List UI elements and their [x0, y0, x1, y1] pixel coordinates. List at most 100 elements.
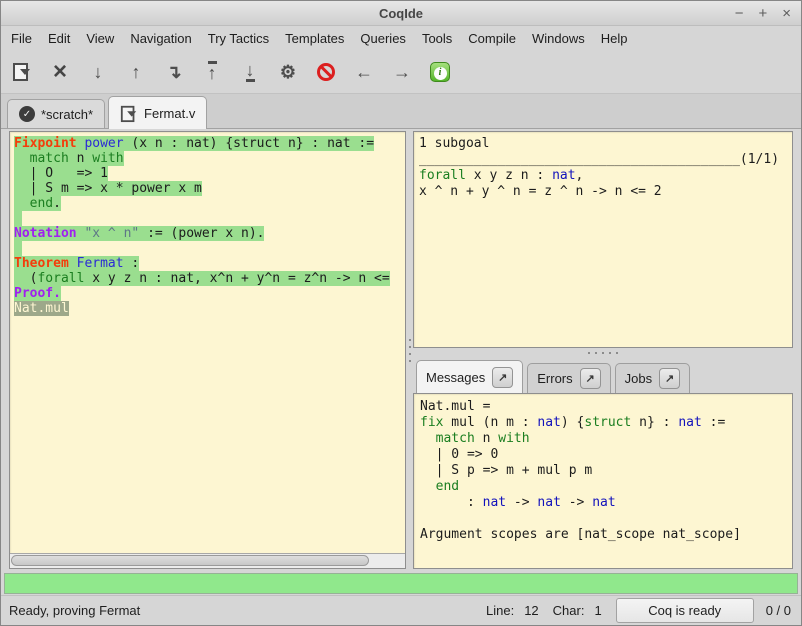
minimize-button[interactable]: − — [735, 6, 744, 21]
script-editor[interactable]: Fixpoint power (x n : nat) {struct n} : … — [10, 132, 405, 553]
code-line: Nat.mul — [14, 301, 405, 316]
close-button[interactable]: × — [782, 6, 791, 21]
goals-panel[interactable]: 1 subgoal_______________________________… — [413, 131, 793, 348]
document-tab-bar: ✓ *scratch* Fermat.v — [1, 94, 801, 129]
tab-scratch[interactable]: ✓ *scratch* — [7, 99, 105, 128]
code-line: | S p => m + mul p m — [420, 463, 786, 479]
messages-panel[interactable]: Nat.mul =fix mul (n m : nat) {struct n} … — [413, 393, 793, 569]
splitter-grip-dot — [616, 352, 618, 354]
tab-messages[interactable]: Messages ↗ — [416, 360, 523, 394]
menu-help[interactable]: Help — [593, 28, 636, 49]
detach-icon[interactable]: ↗ — [659, 368, 680, 389]
code-line: (forall x y z n : nat, x^n + y^n = z^n -… — [14, 271, 405, 286]
code-line: ________________________________________… — [419, 152, 787, 168]
vertical-splitter[interactable] — [406, 131, 413, 569]
status-right: Line: 12 Char: 1 Coq is ready 0 / 0 — [486, 598, 791, 623]
menu-templates[interactable]: Templates — [277, 28, 352, 49]
coqide-window: CoqIde −+ × FileEditViewNavigationTry Tac… — [0, 0, 802, 626]
tab-label: Messages — [426, 370, 485, 385]
tab-fermat-v[interactable]: Fermat.v — [108, 96, 207, 129]
code-line: forall x y z n : nat, — [419, 168, 787, 184]
detach-icon[interactable]: ↗ — [580, 368, 601, 389]
horizontal-splitter[interactable] — [413, 348, 793, 358]
code-line: fix mul (n m : nat) {struct n} : nat := — [420, 415, 786, 431]
info-bubble-icon: i — [430, 62, 450, 82]
interrupt-button[interactable] — [311, 56, 341, 88]
splitter-grip-dot — [588, 352, 590, 354]
splitter-grip-dot — [409, 353, 411, 355]
code-line: Proof. — [14, 286, 405, 301]
code-line: Fixpoint power (x n : nat) {struct n} : … — [14, 136, 405, 151]
title-bar[interactable]: CoqIde −+ × — [1, 1, 801, 26]
editor-horizontal-scrollbar[interactable] — [10, 553, 405, 568]
menu-navigation[interactable]: Navigation — [122, 28, 199, 49]
feedback-tab-bar: Messages ↗ Errors ↗ Jobs ↗ — [413, 358, 793, 393]
feedback-notebook: Messages ↗ Errors ↗ Jobs ↗ Nat.mul =fix mul (… — [413, 358, 793, 569]
forward-one-button[interactable]: ↓ — [83, 56, 113, 88]
restart-button[interactable]: ↑ — [197, 56, 227, 88]
char-value: 1 — [594, 603, 601, 618]
code-line: 1 subgoal — [419, 136, 787, 152]
detach-icon[interactable]: ↗ — [492, 367, 513, 388]
tab-label: Jobs — [625, 371, 652, 386]
window-title: CoqIde — [1, 6, 801, 21]
menu-try-tactics[interactable]: Try Tactics — [200, 28, 277, 49]
about-button[interactable]: i — [425, 56, 455, 88]
down-arrow-bar-icon: ↓ — [246, 61, 255, 82]
tab-label: *scratch* — [41, 107, 93, 122]
splitter-grip-dot — [409, 346, 411, 348]
status-bar: Ready, proving Fermat Line: 12 Char: 1 C… — [1, 595, 801, 625]
menu-tools[interactable]: Tools — [414, 28, 460, 49]
script-editor-panel[interactable]: Fixpoint power (x n : nat) {struct n} : … — [9, 131, 406, 569]
fully-check-button[interactable]: ⚙ — [273, 56, 303, 88]
toolbar: ×↓↑↴↑↓⚙←→i — [1, 50, 801, 94]
close-buffer-button[interactable]: × — [45, 56, 75, 88]
splitter-grip-dot — [409, 339, 411, 341]
code-line: x ^ n + y ^ n = z ^ n -> n <= 2 — [419, 184, 787, 200]
coq-state-button[interactable]: Coq is ready — [616, 598, 754, 623]
window-controls: −+ × — [735, 6, 801, 21]
splitter-grip-dot — [595, 352, 597, 354]
code-line: : nat -> nat -> nat — [420, 495, 786, 511]
menu-view[interactable]: View — [78, 28, 122, 49]
code-line: match n with — [14, 151, 405, 166]
right-column: 1 subgoal_______________________________… — [413, 131, 793, 569]
menu-edit[interactable]: Edit — [40, 28, 78, 49]
gear-icon: ⚙ — [280, 63, 296, 81]
menu-compile[interactable]: Compile — [460, 28, 524, 49]
tab-errors[interactable]: Errors ↗ — [527, 363, 610, 393]
maximize-button[interactable]: + — [758, 6, 767, 21]
previous-button[interactable]: ← — [349, 56, 379, 88]
save-button[interactable] — [7, 56, 37, 88]
code-line — [14, 211, 405, 226]
scrollbar-thumb[interactable] — [11, 555, 369, 566]
line-value: 12 — [524, 603, 538, 618]
go-to-end-button[interactable]: ↓ — [235, 56, 265, 88]
code-line: Theorem Fermat : — [14, 256, 405, 271]
code-line: Notation "x ^ n" := (power x n). — [14, 226, 405, 241]
up-arrow-bar-icon: ↑ — [208, 61, 217, 82]
backward-one-button[interactable]: ↑ — [121, 56, 151, 88]
char-label: Char: — [553, 603, 585, 618]
left-arrow-icon: ← — [355, 63, 373, 81]
tab-label: Fermat.v — [144, 106, 195, 121]
menu-queries[interactable]: Queries — [352, 28, 414, 49]
code-line: Nat.mul = — [420, 399, 786, 415]
code-line: | S m => x * power x m — [14, 181, 405, 196]
go-to-cursor-icon: ↴ — [166, 63, 181, 81]
menu-bar: FileEditViewNavigationTry TacticsTemplat… — [1, 26, 801, 50]
tab-label: Errors — [537, 371, 572, 386]
close-icon: × — [53, 62, 67, 82]
go-to-cursor-button[interactable]: ↴ — [159, 56, 189, 88]
check-circle-icon: ✓ — [19, 106, 35, 122]
next-button[interactable]: → — [387, 56, 417, 88]
code-line — [420, 511, 786, 527]
code-line: end. — [14, 196, 405, 211]
code-line: end — [420, 479, 786, 495]
main-area: Fixpoint power (x n : nat) {struct n} : … — [1, 129, 801, 571]
tab-jobs[interactable]: Jobs ↗ — [615, 363, 690, 393]
line-label: Line: — [486, 603, 514, 618]
menu-windows[interactable]: Windows — [524, 28, 593, 49]
task-counter: 0 / 0 — [766, 603, 791, 618]
menu-file[interactable]: File — [3, 28, 40, 49]
